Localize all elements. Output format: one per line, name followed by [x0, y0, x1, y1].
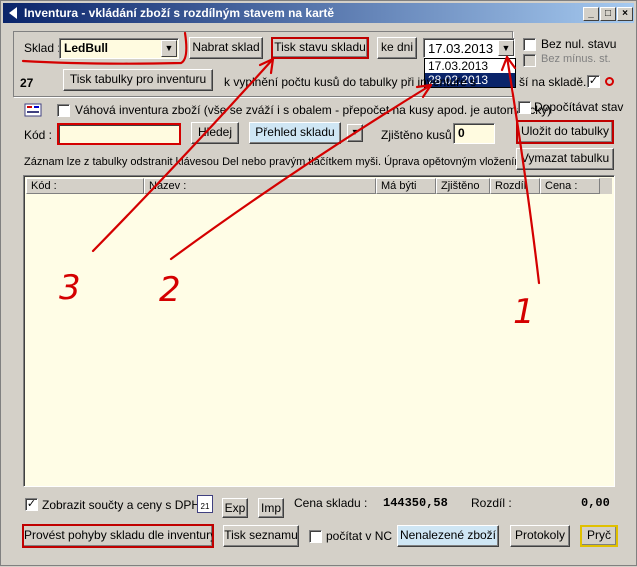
scale-icon [24, 103, 42, 117]
prehled-dropdown-icon[interactable]: ▾ [347, 124, 363, 142]
date-dropdown-icon[interactable]: ▼ [498, 40, 514, 56]
info-checkbox[interactable]: ✓ [587, 75, 600, 88]
zobrazit-checkbox[interactable]: ✓ [25, 498, 38, 511]
pocitat-nc-checkbox[interactable] [309, 530, 322, 543]
tisk-tabulky-button[interactable]: Tisk tabulky pro inventuru [63, 69, 213, 91]
ulozit-button[interactable]: Uložit do tabulky [516, 120, 614, 144]
col-nazev[interactable]: Název : [144, 178, 376, 194]
kod-label: Kód : [24, 128, 53, 142]
nenalezene-button[interactable]: Nenalezené zboží [397, 525, 499, 547]
window-title: Inventura - vkládání zboží s rozdílným s… [24, 6, 335, 20]
exp-button[interactable]: Exp [222, 498, 248, 518]
title-bar: Inventura - vkládání zboží s rozdílným s… [3, 3, 634, 23]
bez-minus-label: Bez mínus. st. [541, 53, 611, 65]
sklad-value: LedBull [64, 41, 108, 55]
tisk-stavu-button[interactable]: Tisk stavu skladu [271, 37, 369, 59]
col-zjisteno[interactable]: Zjištěno [436, 178, 490, 194]
zjisteno-label: Zjištěno kusů : [381, 128, 459, 142]
tisk-seznamu-button[interactable]: Tisk seznamu [223, 525, 299, 547]
info-text: k vyplnění počtu kusů do tabulky při inv… [224, 75, 477, 89]
zjisteno-input[interactable]: 0 [453, 123, 495, 144]
col-kod[interactable]: Kód : [26, 178, 144, 194]
status-indicator-icon [605, 77, 614, 86]
cena-value: 144350,58 [383, 496, 448, 510]
table-header: Kód : Název : Má býti Zjištěno Rozdíl Ce… [26, 178, 612, 194]
date-option[interactable]: 17.03.2013 [425, 59, 515, 73]
cena-label: Cena skladu : [294, 496, 368, 510]
protokoly-button[interactable]: Protokoly [510, 525, 570, 547]
app-icon [9, 7, 17, 19]
vahova-checkbox[interactable] [57, 104, 70, 117]
inventory-window: Inventura - vkládání zboží s rozdílným s… [0, 0, 637, 566]
calendar-day: 21 [200, 502, 210, 511]
col-rozdil[interactable]: Rozdíl [490, 178, 540, 194]
rozdil-value: 0,00 [581, 496, 610, 510]
pryc-button[interactable]: Pryč [580, 525, 618, 547]
minimize-button[interactable]: _ [583, 7, 599, 21]
bez-nul-checkbox[interactable] [523, 38, 536, 51]
calendar-icon[interactable]: 21 [197, 495, 213, 513]
bez-minus-checkbox [523, 54, 536, 67]
ke-dni-button[interactable]: ke dni [377, 37, 417, 59]
vahova-label: Váhová inventura zboží (vše se zváží i s… [75, 103, 552, 117]
item-count: 27 [20, 76, 34, 90]
bez-nul-label: Bez nul. stavu [541, 37, 617, 51]
sklad-label: Sklad : [24, 41, 61, 55]
sklad-dropdown-icon[interactable]: ▼ [161, 40, 177, 57]
vymazat-button[interactable]: Vymazat tabulku [516, 148, 614, 170]
rozdil-label: Rozdíl : [471, 496, 512, 510]
info-text-tail: ší na skladě. [519, 75, 587, 89]
dopocitavat-checkbox[interactable] [518, 101, 531, 114]
zjisteno-value: 0 [458, 126, 465, 140]
provest-button[interactable]: Provést pohyby skladu dle inventury [22, 524, 214, 548]
date-value: 17.03.2013 [428, 41, 494, 56]
col-ma-byti[interactable]: Má býti [376, 178, 436, 194]
pocitat-nc-label: počítat v NC [326, 529, 393, 543]
prehled-skladu-button[interactable]: Přehled skladu [249, 122, 341, 144]
maximize-button[interactable]: □ [600, 7, 616, 21]
zobrazit-label: Zobrazit součty a ceny s DPH [42, 498, 201, 512]
kod-input[interactable] [57, 123, 181, 145]
close-button[interactable]: × [617, 7, 633, 21]
imp-button[interactable]: Imp [258, 498, 284, 518]
hint-text: Záznam lze z tabulky odstranit klávesou … [24, 156, 527, 168]
hledej-button[interactable]: Hledej [191, 122, 239, 144]
dopocitavat-label: Dopočítávat stav [534, 100, 624, 114]
inventory-table[interactable]: Kód : Název : Má býti Zjištěno Rozdíl Ce… [23, 175, 615, 487]
col-cena[interactable]: Cena : [540, 178, 600, 194]
nabrat-sklad-button[interactable]: Nabrat sklad [189, 37, 263, 59]
